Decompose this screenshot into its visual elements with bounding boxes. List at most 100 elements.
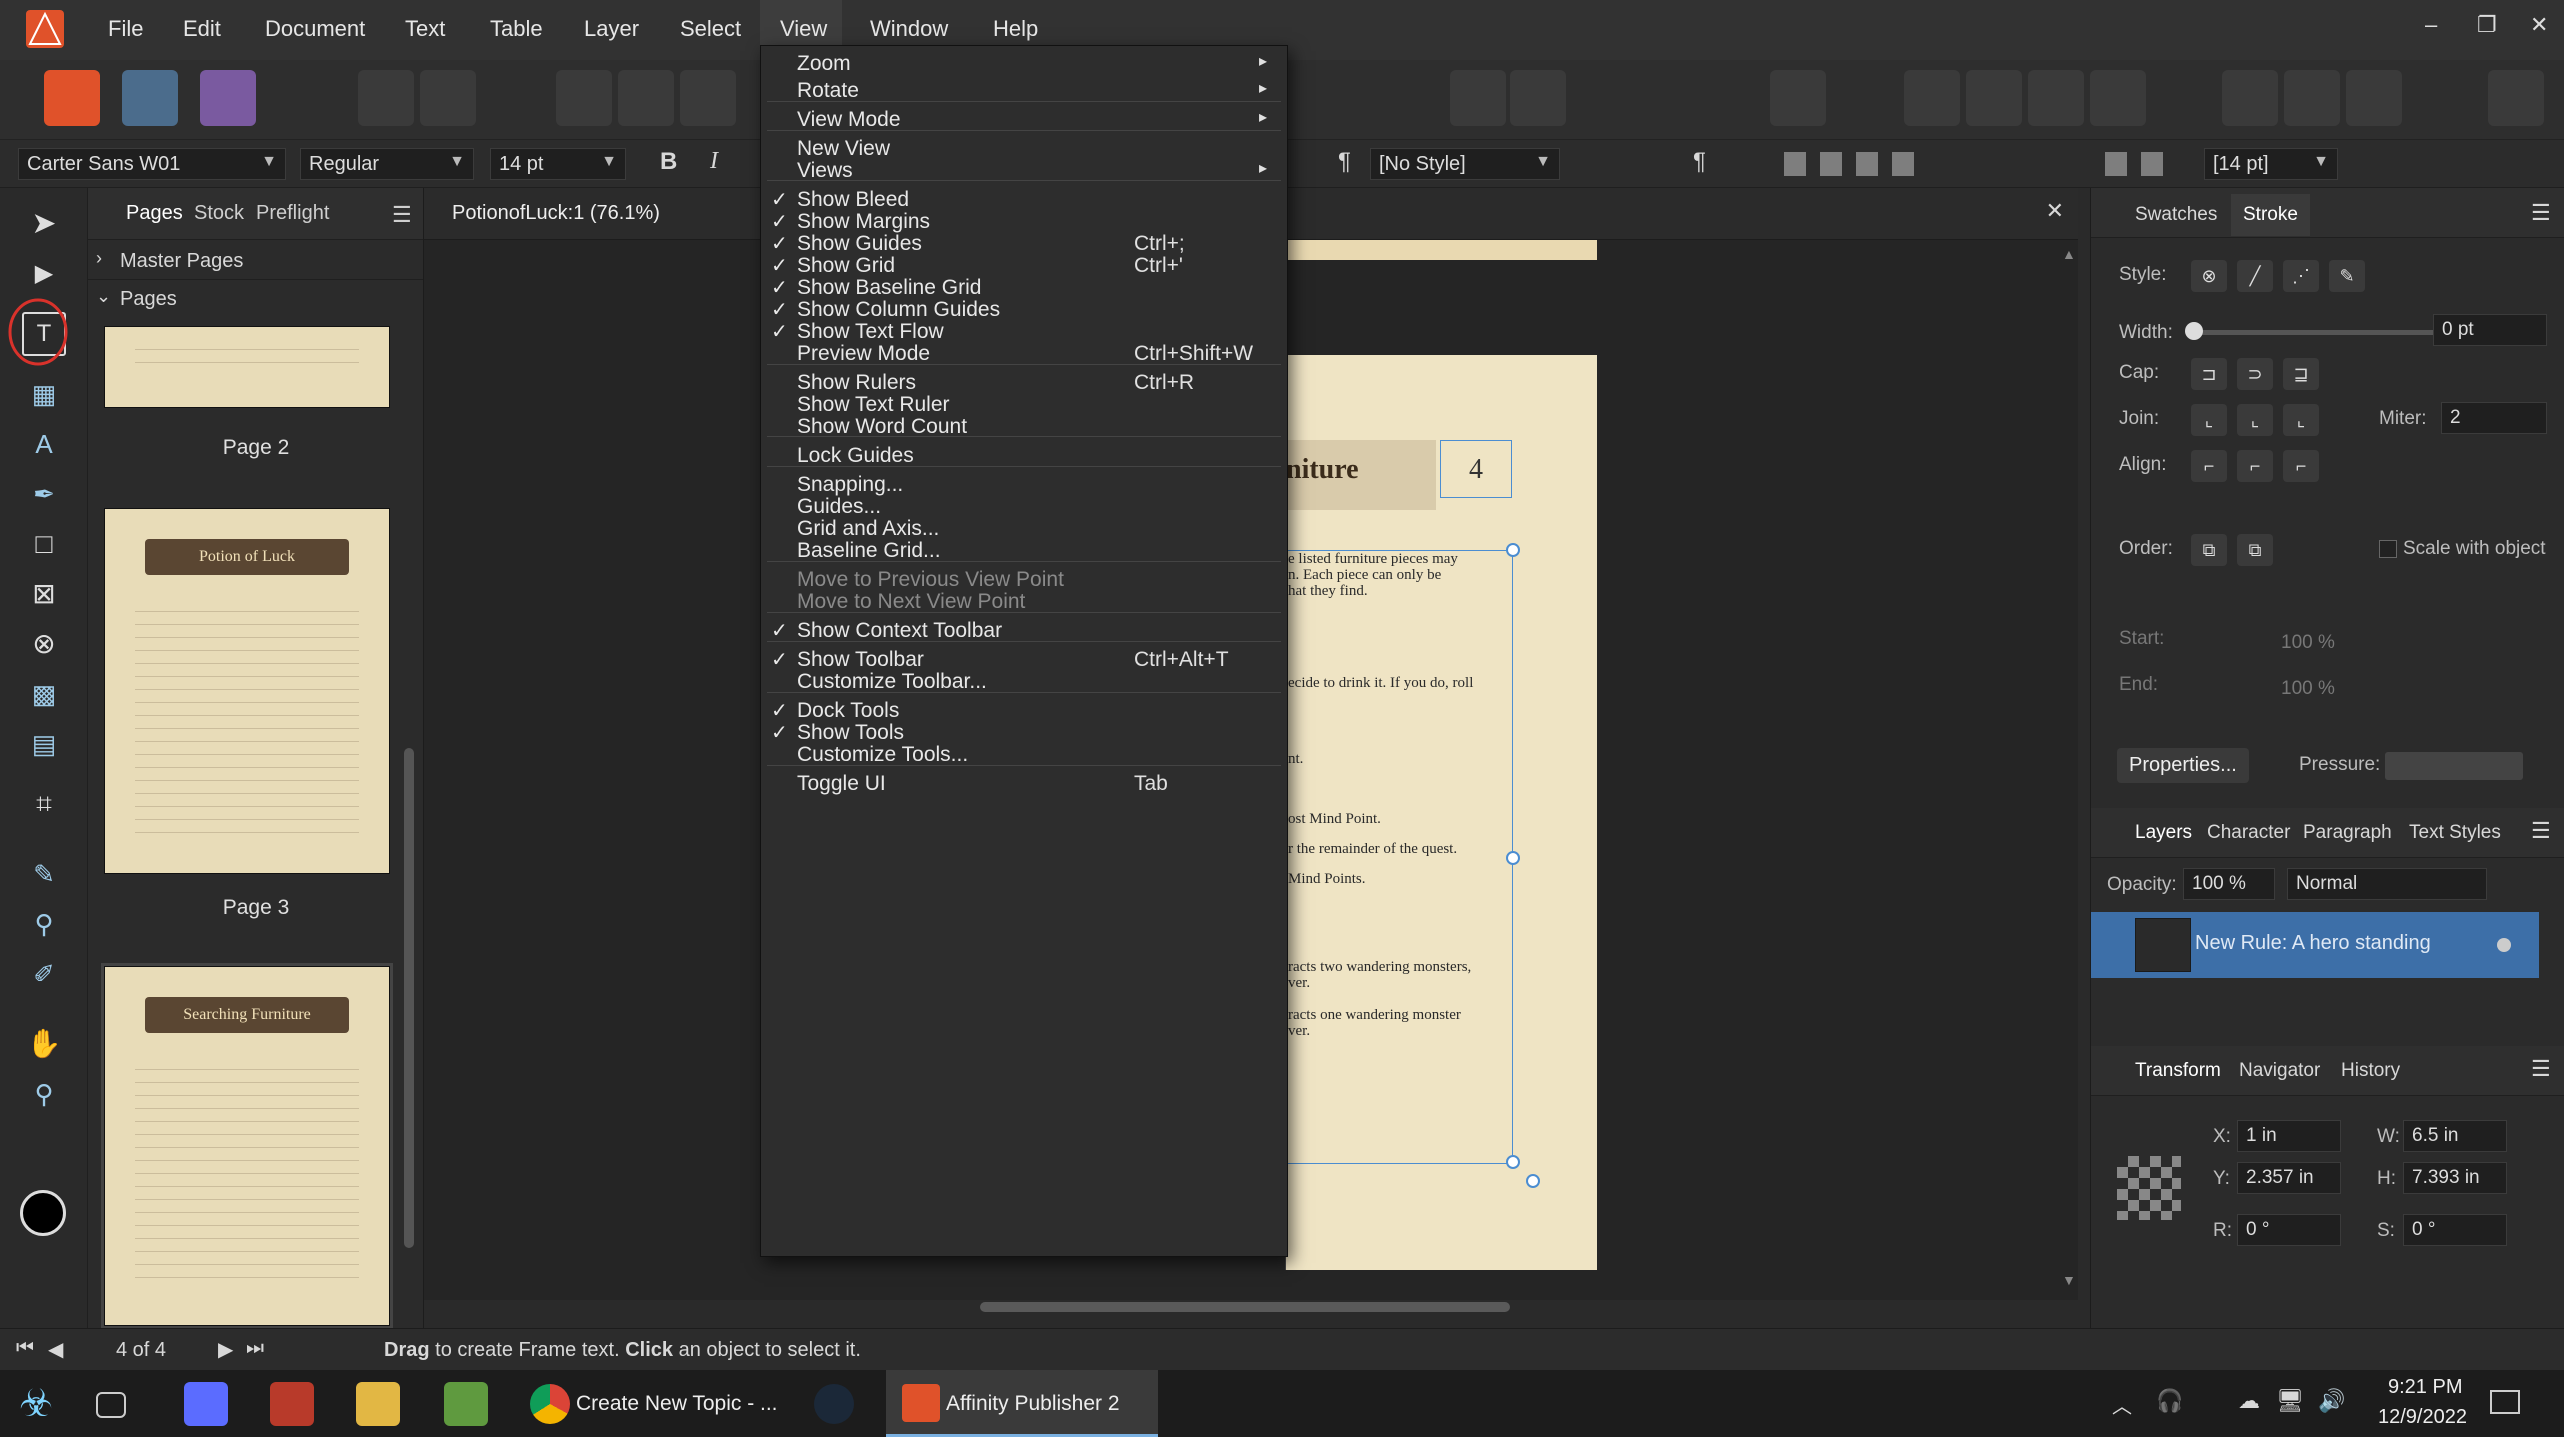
view-page-icon[interactable] xyxy=(556,70,612,126)
page-thumbnail-3[interactable]: Potion of Luck xyxy=(104,508,390,874)
tray-network-icon[interactable]: 🖥 xyxy=(2276,1388,2304,1414)
align-inside-icon[interactable]: ⌐ xyxy=(2191,450,2227,482)
tab-history[interactable]: History xyxy=(2341,1060,2400,1082)
miter-field[interactable]: 2 xyxy=(2441,402,2547,434)
menu-document[interactable]: Document xyxy=(265,16,365,42)
tab-text-styles[interactable]: Text Styles xyxy=(2409,822,2501,844)
panel-menu-icon[interactable]: ☰ xyxy=(2531,200,2551,226)
stroke-behind-icon[interactable]: ⧉ xyxy=(2191,534,2227,566)
pressure-graph[interactable] xyxy=(2385,752,2523,780)
snapping-icon[interactable] xyxy=(420,70,476,126)
page-thumbnail-2[interactable] xyxy=(104,326,390,408)
resize-handle[interactable] xyxy=(1506,543,1520,557)
tray-chevron-up-icon[interactable]: ︿ xyxy=(2112,1390,2132,1419)
resize-handle[interactable] xyxy=(1506,851,1520,865)
scale-with-object-checkbox[interactable] xyxy=(2379,540,2397,558)
flip-horizontal-icon[interactable] xyxy=(1904,70,1960,126)
paragraph-style-select[interactable]: [No Style] ▼ xyxy=(1370,148,1560,180)
document-tab-title[interactable]: PotionofLuck:1 (76.1%) xyxy=(452,202,660,225)
scroll-down-icon[interactable]: ▼ xyxy=(2062,1272,2076,1288)
tab-stock[interactable]: Stock xyxy=(194,202,244,225)
menu-layer[interactable]: Layer xyxy=(584,16,639,42)
rotate-left-icon[interactable] xyxy=(2028,70,2084,126)
app-w-icon[interactable] xyxy=(184,1382,228,1426)
restore-button[interactable]: ❐ xyxy=(2477,12,2497,38)
show-special-chars-icon[interactable]: ¶ xyxy=(1693,148,1706,176)
affinity-taskbar-button[interactable]: Affinity Publisher 2 xyxy=(886,1370,1158,1437)
h-field[interactable]: 7.393 in xyxy=(2403,1162,2507,1194)
menu-text[interactable]: Text xyxy=(405,16,445,42)
vector-crop-tool-icon[interactable]: ▤ xyxy=(22,722,66,766)
horizontal-scrollbar[interactable] xyxy=(980,1302,1510,1312)
flip-vertical-icon[interactable] xyxy=(1966,70,2022,126)
close-document-icon[interactable]: ✕ xyxy=(2046,198,2064,224)
chrome-taskbar-label[interactable]: Create New Topic - ... xyxy=(576,1392,778,1416)
tray-volume-icon[interactable]: 🔊 xyxy=(2318,1388,2345,1414)
place-image-tool-icon[interactable]: ▩ xyxy=(22,672,66,716)
clock-date[interactable]: 12/9/2022 xyxy=(2378,1406,2467,1429)
resize-handle[interactable] xyxy=(1506,1155,1520,1169)
rotate-handle[interactable] xyxy=(1526,1174,1540,1188)
align-icon[interactable] xyxy=(1770,70,1826,126)
picture-frame-tool-icon[interactable]: ⊠ xyxy=(22,572,66,616)
start-percent[interactable]: 100 % xyxy=(2281,632,2335,654)
anchor-point-selector[interactable] xyxy=(2117,1156,2181,1220)
dashed-line-icon[interactable]: ⋰ xyxy=(2283,260,2319,292)
settings-icon[interactable] xyxy=(358,70,414,126)
color-picker-tool-icon[interactable]: ✐ xyxy=(22,952,66,996)
boolean-add-icon[interactable] xyxy=(2222,70,2278,126)
miter-join-icon[interactable]: ⌞ xyxy=(2191,404,2227,436)
italic-button[interactable]: I xyxy=(710,148,718,175)
x-field[interactable]: 1 in xyxy=(2237,1120,2341,1152)
tab-pages[interactable]: Pages xyxy=(126,202,183,225)
notifications-icon[interactable] xyxy=(2490,1390,2520,1414)
font-style-select[interactable]: Regular ▼ xyxy=(300,148,474,180)
clock-time[interactable]: 9:21 PM xyxy=(2388,1376,2462,1399)
master-pages-row[interactable]: › Master Pages xyxy=(88,240,423,280)
tray-cloud-icon[interactable]: ☁ xyxy=(2238,1388,2260,1414)
panel-menu-icon[interactable]: ☰ xyxy=(2531,818,2551,844)
pilcrow-icon[interactable]: ¶ xyxy=(1338,148,1351,176)
solid-line-icon[interactable]: ╱ xyxy=(2237,260,2273,292)
task-view-icon[interactable] xyxy=(96,1392,126,1418)
tab-navigator[interactable]: Navigator xyxy=(2239,1060,2320,1082)
pen-tool-icon[interactable]: ✒ xyxy=(22,472,66,516)
boolean-intersect-icon[interactable] xyxy=(2346,70,2402,126)
tray-headset-icon[interactable]: 🎧 xyxy=(2156,1388,2183,1414)
tab-layers[interactable]: Layers xyxy=(2135,822,2192,844)
align-outside-icon[interactable]: ⌐ xyxy=(2283,450,2319,482)
y-field[interactable]: 2.357 in xyxy=(2237,1162,2341,1194)
arrange-forward-icon[interactable] xyxy=(1510,70,1566,126)
rectangle-tool-icon[interactable]: □ xyxy=(22,522,66,566)
width-field[interactable]: 0 pt xyxy=(2433,314,2547,346)
properties-button[interactable]: Properties... xyxy=(2117,748,2249,783)
layer-visibility-icon[interactable] xyxy=(2497,938,2511,952)
boolean-subtract-icon[interactable] xyxy=(2284,70,2340,126)
round-cap-icon[interactable]: ⊃ xyxy=(2237,358,2273,390)
layer-row-selected[interactable]: New Rule: A hero standing xyxy=(2091,912,2539,978)
close-window-button[interactable]: ✕ xyxy=(2530,12,2548,38)
menu-view[interactable]: View xyxy=(760,0,842,45)
zoom-tool-icon[interactable]: ⚲ xyxy=(22,1072,66,1116)
color-swatch-icon[interactable] xyxy=(20,1190,66,1236)
first-page-icon[interactable]: ⏮ xyxy=(16,1337,34,1360)
tab-swatches[interactable]: Swatches xyxy=(2135,204,2217,226)
end-percent[interactable]: 100 % xyxy=(2281,678,2335,700)
font-size-select[interactable]: 14 pt ▼ xyxy=(490,148,626,180)
butt-cap-icon[interactable]: ⊐ xyxy=(2191,358,2227,390)
user-account-icon[interactable] xyxy=(2488,70,2544,126)
last-page-icon[interactable]: ⏭ xyxy=(246,1337,264,1360)
file-explorer-icon[interactable] xyxy=(356,1382,400,1426)
menu-table[interactable]: Table xyxy=(490,16,543,42)
move-tool-icon[interactable]: ➤ xyxy=(22,202,66,246)
tab-paragraph[interactable]: Paragraph xyxy=(2303,822,2392,844)
pages-scrollbar[interactable] xyxy=(404,748,414,1248)
menu-file[interactable]: File xyxy=(108,16,143,42)
previous-page-icon[interactable]: ◀ xyxy=(48,1337,63,1362)
list-buttons[interactable] xyxy=(2105,152,2165,176)
clip-icon[interactable] xyxy=(680,70,736,126)
menu-help[interactable]: Help xyxy=(993,16,1038,42)
tab-transform[interactable]: Transform xyxy=(2135,1060,2221,1082)
text-wrap-icon[interactable] xyxy=(1290,70,1346,126)
pages-row[interactable]: ⌄ Pages xyxy=(88,280,423,320)
